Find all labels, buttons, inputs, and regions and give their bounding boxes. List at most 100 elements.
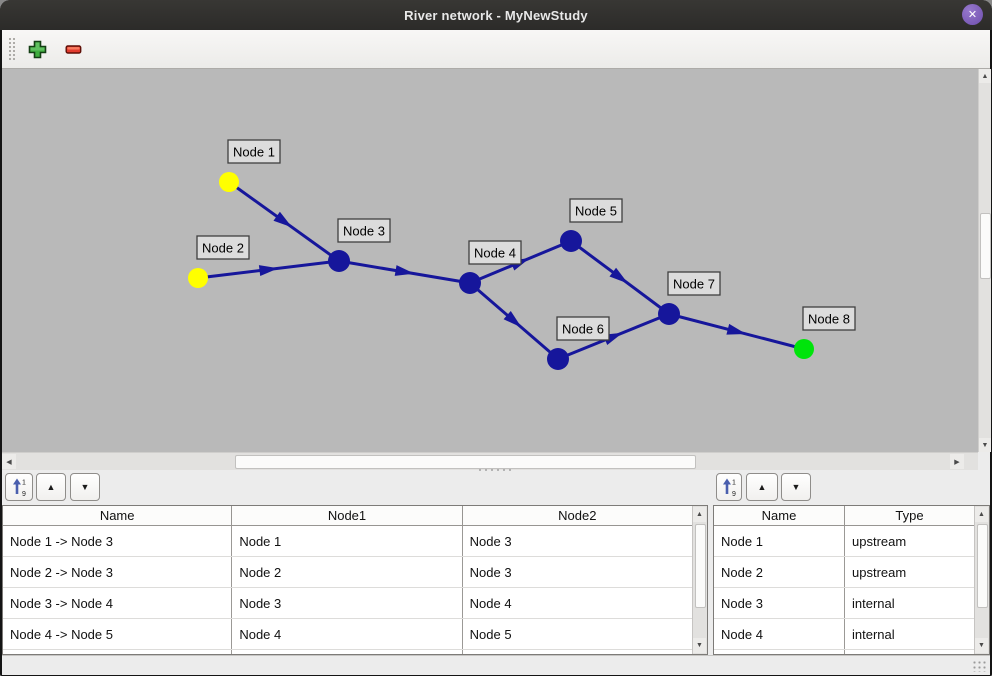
node-table-cell[interactable]: upstream <box>845 557 975 587</box>
flow-arrow-icon <box>259 265 279 276</box>
reach-table-cell[interactable]: Node 4 <box>463 588 693 618</box>
reach-table-cell[interactable]: Node 1 <box>232 526 462 556</box>
down-triangle-icon: ▼ <box>81 482 90 492</box>
node-table-row-3[interactable]: Node 3internal <box>714 588 975 619</box>
node-table-cell[interactable]: upstream <box>845 526 975 556</box>
reach-table-sort-button[interactable]: 1 9 <box>5 473 33 501</box>
reach-table-row-1[interactable]: Node 1 -> Node 3Node 1Node 3 <box>3 526 693 557</box>
sort-numeric-icon: 1 9 <box>10 477 28 497</box>
toolbar <box>2 30 990 69</box>
reach-table-header-node2[interactable]: Node2 <box>463 506 693 525</box>
status-bar <box>2 655 990 675</box>
reach-table-cell[interactable]: Node 3 <box>232 588 462 618</box>
remove-node-button[interactable] <box>59 35 87 63</box>
river-network-graph: Node 1Node 2Node 3Node 4Node 5Node 6Node… <box>2 69 978 452</box>
node-node-8[interactable] <box>794 339 814 359</box>
canvas-vscroll-thumb[interactable] <box>980 213 991 279</box>
node-label: Node 8 <box>808 312 850 327</box>
reach-table-cell[interactable]: Node 2 <box>232 557 462 587</box>
reach-table-cell[interactable]: Node 4 -> Node 5 <box>3 619 232 649</box>
reach-table-row-3[interactable]: Node 3 -> Node 4Node 3Node 4 <box>3 588 693 619</box>
scroll-right-arrow-icon[interactable]: ▶ <box>950 454 964 469</box>
node-table-row-1[interactable]: Node 1upstream <box>714 526 975 557</box>
scroll-down-arrow-icon[interactable]: ▼ <box>693 638 706 653</box>
node-label: Node 1 <box>233 145 275 160</box>
app-window: River network - MyNewStudy ✕ Node 1Node … <box>0 0 992 676</box>
node-node-2[interactable] <box>188 268 208 288</box>
window-title: River network - MyNewStudy <box>404 8 588 23</box>
node-table-cell[interactable]: Node 3 <box>714 588 845 618</box>
node-table-cell[interactable]: internal <box>845 588 975 618</box>
canvas-vertical-scrollbar[interactable]: ▲ ▼ <box>978 69 991 452</box>
svg-text:9: 9 <box>22 491 26 497</box>
river-network-canvas[interactable]: Node 1Node 2Node 3Node 4Node 5Node 6Node… <box>2 69 978 452</box>
node-table-header-row: NameType <box>714 506 975 526</box>
node-table-sort-button[interactable]: 1 9 <box>716 473 742 501</box>
scroll-down-arrow-icon[interactable]: ▼ <box>979 438 991 452</box>
svg-text:1: 1 <box>22 480 26 487</box>
reach-table-row-2[interactable]: Node 2 -> Node 3Node 2Node 3 <box>3 557 693 588</box>
reach-table-scroll-thumb[interactable] <box>695 524 706 608</box>
reach-table-scrollbar[interactable]: ▲ ▼ <box>692 506 707 654</box>
reach-table-header-name[interactable]: Name <box>3 506 232 525</box>
node-label: Node 4 <box>474 246 516 261</box>
node-label: Node 7 <box>673 277 715 292</box>
reach-table-cell[interactable]: Node 1 -> Node 3 <box>3 526 232 556</box>
node-table-row-4[interactable]: Node 4internal <box>714 619 975 650</box>
reach-table: NameNode1Node2Node 1 -> Node 3Node 1Node… <box>2 505 708 655</box>
canvas-hscroll-thumb[interactable] <box>235 455 696 469</box>
node-table-header-name[interactable]: Name <box>714 506 845 525</box>
reach-table-cell[interactable]: Node 3 <box>463 526 693 556</box>
node-node-7[interactable] <box>658 303 680 325</box>
node-node-4[interactable] <box>459 272 481 294</box>
scroll-up-arrow-icon[interactable]: ▲ <box>975 507 988 522</box>
reach-move-up-button[interactable]: ▲ <box>36 473 66 501</box>
node-table-cell[interactable]: internal <box>845 619 975 649</box>
pane-splitter-handle[interactable] <box>477 468 515 472</box>
node-table: NameTypeNode 1upstreamNode 2upstreamNode… <box>713 505 990 655</box>
node-table-scroll-thumb[interactable] <box>977 524 988 608</box>
scroll-up-arrow-icon[interactable]: ▲ <box>979 69 991 83</box>
plus-icon <box>28 40 47 59</box>
node-node-6[interactable] <box>547 348 569 370</box>
node-table-scrollbar[interactable]: ▲ ▼ <box>974 506 989 654</box>
reach-table-cell[interactable]: Node 5 <box>463 619 693 649</box>
up-triangle-icon: ▲ <box>47 482 56 492</box>
reach-table-row-4[interactable]: Node 4 -> Node 5Node 4Node 5 <box>3 619 693 650</box>
node-label: Node 3 <box>343 224 385 239</box>
svg-text:1: 1 <box>732 480 736 487</box>
node-table-row-2[interactable]: Node 2upstream <box>714 557 975 588</box>
reach-table-cell[interactable]: Node 3 -> Node 4 <box>3 588 232 618</box>
reach-table-header-node1[interactable]: Node1 <box>232 506 462 525</box>
add-node-button[interactable] <box>23 35 51 63</box>
scroll-down-arrow-icon[interactable]: ▼ <box>975 638 988 653</box>
close-icon: ✕ <box>968 8 977 21</box>
node-table-cell[interactable]: Node 4 <box>714 619 845 649</box>
reach-table-cell[interactable]: Node 4 <box>232 619 462 649</box>
reach-table-header-row: NameNode1Node2 <box>3 506 693 526</box>
reach-move-down-button[interactable]: ▼ <box>70 473 100 501</box>
node-label: Node 2 <box>202 241 244 256</box>
reach-table-cell[interactable]: Node 2 -> Node 3 <box>3 557 232 587</box>
scroll-left-arrow-icon[interactable]: ◀ <box>2 454 16 469</box>
scroll-up-arrow-icon[interactable]: ▲ <box>693 507 706 522</box>
reach-table-cell[interactable]: Node 3 <box>463 557 693 587</box>
up-triangle-icon: ▲ <box>758 482 767 492</box>
minus-icon <box>64 40 83 59</box>
node-node-1[interactable] <box>219 172 239 192</box>
title-bar[interactable]: River network - MyNewStudy ✕ <box>0 0 992 30</box>
node-table-cell[interactable]: Node 1 <box>714 526 845 556</box>
close-button[interactable]: ✕ <box>962 4 983 25</box>
node-table-header-type[interactable]: Type <box>845 506 975 525</box>
window-resize-grip[interactable] <box>972 660 986 672</box>
node-node-3[interactable] <box>328 250 350 272</box>
svg-text:9: 9 <box>732 491 736 497</box>
node-table-cell[interactable]: Node 2 <box>714 557 845 587</box>
node-move-up-button[interactable]: ▲ <box>746 473 778 501</box>
flow-arrow-icon <box>726 324 746 335</box>
reach-table-grid: NameNode1Node2Node 1 -> Node 3Node 1Node… <box>3 506 693 654</box>
node-move-down-button[interactable]: ▼ <box>781 473 811 501</box>
toolbar-drag-handle[interactable] <box>8 37 15 61</box>
down-triangle-icon: ▼ <box>792 482 801 492</box>
node-node-5[interactable] <box>560 230 582 252</box>
